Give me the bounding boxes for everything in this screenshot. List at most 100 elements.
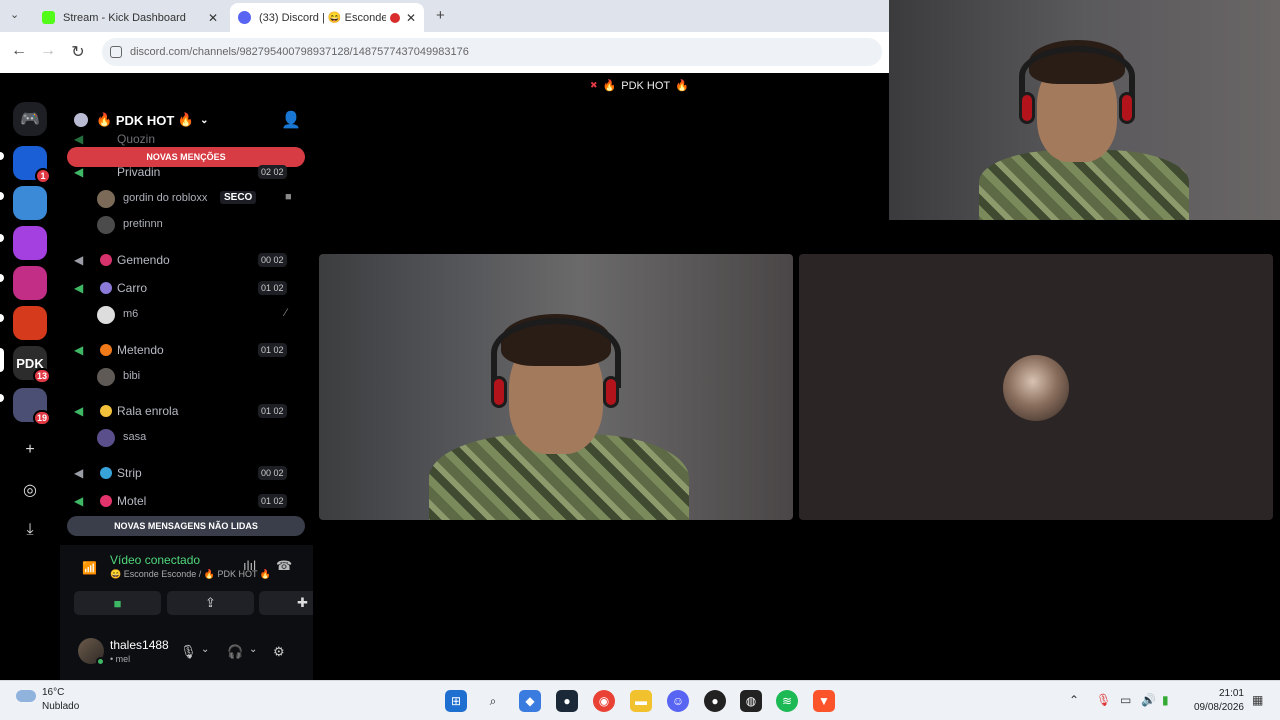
download-icon[interactable]: ⤓ [13, 513, 47, 547]
battery-icon[interactable]: ▮ [1162, 693, 1169, 707]
file-explorer-icon[interactable]: ▬ [630, 690, 652, 712]
chrome-icon[interactable]: ◉ [593, 690, 615, 712]
server-icon-5[interactable] [13, 306, 47, 340]
channel-emoji-icon [100, 495, 112, 507]
online-status-icon [96, 657, 105, 666]
chevron-down-icon[interactable]: ⌄ [201, 644, 209, 655]
new-unread-messages-bar[interactable]: NOVAS MENSAGENS NÃO LIDAS [67, 516, 305, 536]
tab-kick-dashboard[interactable]: Stream - Kick Dashboard ✕ [34, 3, 226, 32]
muted-mic-icon: ⁄ [285, 307, 287, 319]
channel-gemendo[interactable]: ◀ Gemendo 00 02 [60, 248, 313, 272]
unread-pill [0, 192, 4, 200]
user-panel: thales1488 • mel 🎙 ⌄ 🎧 ⌄ ⚙ [60, 630, 313, 680]
fire-icon: 🔥 [174, 112, 195, 127]
mention-badge: 1 [35, 168, 51, 184]
channel-rala-enrola[interactable]: ◀ Rala enrola 01 02 [60, 399, 313, 423]
microphone-icon[interactable]: 🎙 [180, 644, 197, 660]
recording-icon [389, 12, 400, 23]
start-icon[interactable]: ⊞ [445, 690, 467, 712]
channel-emoji-icon [100, 282, 112, 294]
close-tab-icon[interactable]: ✕ [208, 11, 218, 25]
discord-icon[interactable]: ☺ [667, 690, 689, 712]
speaker-icon: ◀ [74, 165, 84, 179]
channel-name: Carro [117, 281, 148, 295]
channel-quozin[interactable]: ◀ Quozin [60, 132, 313, 146]
server-icon-3[interactable] [13, 226, 47, 260]
brave-icon[interactable]: ▼ [813, 690, 835, 712]
settings-gear-icon[interactable]: ⚙ [273, 644, 285, 660]
avatar [97, 306, 115, 324]
close-tab-icon[interactable]: ✕ [406, 11, 416, 25]
windows-taskbar: 16°C Nublado ⊞ ⌕ ◆ ● ◉ ▬ ☺ ● ◍ ≋ ▼ ⌃ 🎙 ▭… [0, 680, 1280, 720]
app-icon[interactable]: ◆ [519, 690, 541, 712]
tab-list-chevron-icon[interactable]: ⌄ [10, 8, 19, 21]
tab-discord[interactable]: (33) Discord | 😄 Esconde Es ✕ [230, 3, 424, 32]
user-count: 00 02 [258, 466, 287, 480]
tab-label: (33) Discord | 😄 Esconde Es [259, 12, 386, 24]
chevron-down-icon[interactable]: ⌄ [249, 644, 257, 655]
voice-user[interactable]: gordin do robloxx SECO ■ [60, 188, 313, 210]
avatar [97, 190, 115, 208]
camera-icon: ■ [285, 191, 292, 203]
fire-icon: 🔥 [96, 112, 116, 127]
channel-strip[interactable]: ◀ Strip 00 02 [60, 461, 313, 485]
back-icon[interactable]: ← [9, 42, 29, 60]
channel-motel[interactable]: ◀ Motel 01 02 [60, 489, 313, 513]
server-name: PDK HOT [115, 112, 175, 128]
obs-icon[interactable]: ◍ [740, 690, 762, 712]
voice-connection-panel: 📶 Vídeo conectado 😄 Esconde Esconde / 🔥 … [60, 545, 346, 630]
channel-privadin[interactable]: ◀ Privadin 02 02 [60, 160, 313, 184]
channel-carro[interactable]: ◀ Carro 01 02 [60, 276, 313, 300]
notification-icon[interactable]: ▦ [1252, 693, 1263, 707]
channel-emoji-icon [100, 254, 112, 266]
server-rail: 🎮 1 PDK 13 19 + ◎ ⤓ [0, 100, 60, 680]
server-icon-1[interactable]: 1 [13, 146, 51, 184]
channel-sidebar: 🔥 PDK HOT 🔥 ⌄ 👤 ◀ Quozin NOVAS MENÇÕES ◀… [60, 100, 346, 680]
user-count: 01 02 [258, 281, 287, 295]
app-icon[interactable]: ● [704, 690, 726, 712]
url-text: discord.com/channels/982795400798937128/… [130, 46, 469, 58]
server-icon-2[interactable] [13, 186, 47, 220]
clock[interactable]: 21:01 09/08/2026 [1194, 687, 1244, 715]
site-info-icon[interactable] [110, 46, 122, 58]
chevron-up-icon[interactable]: ⌃ [1069, 693, 1079, 707]
disconnect-icon[interactable]: ☎ [276, 558, 292, 574]
avatar [97, 429, 115, 447]
noise-suppression-icon[interactable]: ılıl [243, 558, 256, 573]
steam-icon[interactable]: ● [556, 690, 578, 712]
discord-home-icon[interactable]: 🎮 [13, 102, 47, 136]
video-tile-avatar[interactable] [799, 254, 1273, 520]
voice-user[interactable]: pretinnn [60, 214, 313, 236]
network-icon[interactable]: ▭ [1120, 693, 1131, 707]
speaker-icon: ◀ [74, 253, 84, 267]
discover-icon[interactable]: ◎ [13, 473, 47, 507]
server-icon-pdk[interactable]: PDK 13 [13, 346, 51, 384]
headphones-icon[interactable]: 🎧 [227, 644, 243, 660]
forward-icon[interactable]: → [38, 42, 58, 60]
search-icon[interactable]: ⌕ [482, 690, 504, 712]
voice-user[interactable]: sasa [60, 427, 313, 449]
avatar [97, 368, 115, 386]
signal-icon[interactable]: 📶 [82, 561, 97, 575]
username[interactable]: thales1488 [110, 638, 169, 652]
fire-icon: 🔥 [602, 80, 617, 92]
screen-share-button[interactable]: ⇪ [167, 591, 254, 615]
server-folder[interactable]: 19 [13, 388, 51, 426]
camera-button[interactable]: ■ [74, 591, 161, 615]
voice-user[interactable]: m6 ⁄ [60, 304, 313, 326]
server-icon-4[interactable] [13, 266, 47, 300]
voice-user[interactable]: bibi [60, 366, 313, 388]
video-tile-camera[interactable] [319, 254, 793, 520]
reload-icon[interactable]: ↻ [68, 42, 88, 62]
invite-people-icon[interactable]: 👤 [281, 110, 301, 130]
microphone-icon[interactable]: 🎙 [1096, 693, 1111, 707]
custom-status: • mel [110, 654, 131, 664]
new-tab-icon[interactable]: + [436, 7, 445, 24]
volume-icon[interactable]: 🔊 [1141, 693, 1156, 707]
user-count: 01 02 [258, 404, 287, 418]
add-server-icon[interactable]: + [13, 433, 47, 467]
url-bar[interactable]: discord.com/channels/982795400798937128/… [102, 38, 882, 66]
spotify-icon[interactable]: ≋ [776, 690, 798, 712]
speaker-icon: ◀ [74, 404, 84, 418]
channel-metendo[interactable]: ◀ Metendo 01 02 [60, 338, 313, 362]
